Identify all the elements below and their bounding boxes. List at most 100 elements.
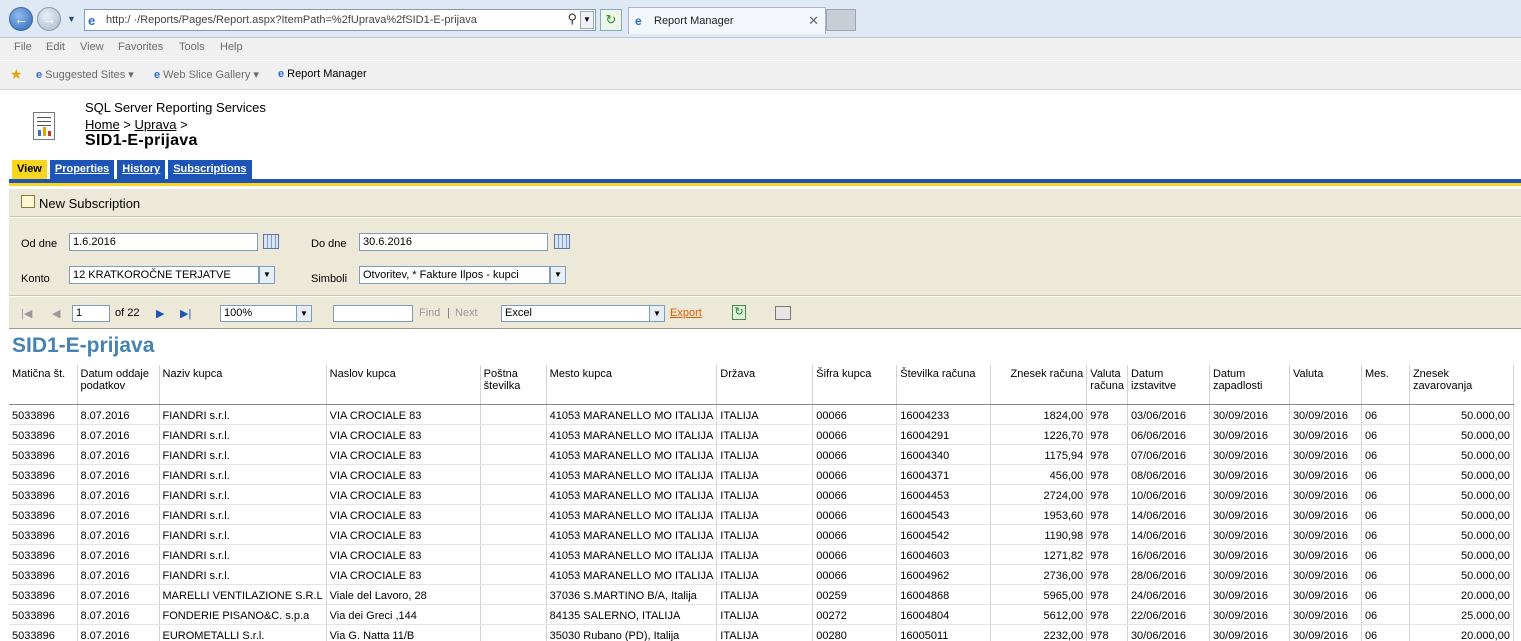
table-cell: Via dei Greci ,144 (326, 604, 481, 625)
table-cell: 456,00 (990, 464, 1088, 485)
last-page-icon[interactable]: ▶| (180, 307, 191, 320)
table-cell: ITALIJA (716, 504, 814, 525)
table-cell: 50.000,00 (1409, 404, 1514, 425)
browser-tab[interactable]: e Report Manager ✕ (628, 7, 826, 34)
table-cell: 30/09/2016 (1289, 544, 1362, 565)
ie-tab-icon: e (635, 14, 642, 28)
table-cell: 5033896 (9, 624, 78, 641)
table-cell: 22/06/2016 (1127, 604, 1210, 625)
table-cell: 10/06/2016 (1127, 484, 1210, 505)
table-cell: 41053 MARANELLO MO ITALIJA (546, 404, 718, 425)
ie-icon: e (88, 13, 96, 28)
refresh-icon[interactable]: ↻ (732, 305, 746, 320)
favorites-star-icon[interactable]: ★ (10, 66, 23, 83)
table-cell: 5612,00 (990, 604, 1088, 625)
breadcrumb-uprava-link[interactable]: Uprava (135, 117, 177, 132)
first-page-icon[interactable]: |◀ (21, 307, 32, 320)
menu-tools[interactable]: Tools (179, 41, 205, 53)
table-row: 5033896 8.07.2016 MARELLI VENTILAZIONE S.R… (9, 584, 1514, 605)
table-cell: 8.07.2016 (77, 524, 160, 545)
menu-help[interactable]: Help (220, 41, 243, 53)
history-dropdown-icon[interactable]: ▼ (67, 14, 76, 24)
fav-web-slice-gallery[interactable]: e Web Slice Gallery ▾ (154, 68, 259, 81)
menu-edit[interactable]: Edit (46, 41, 65, 53)
table-cell: VIA CROCIALE 83 (326, 504, 481, 525)
table-cell: 00066 (812, 444, 898, 465)
column-header: Znesek zavarovanja (1409, 365, 1514, 405)
table-cell: 30/09/2016 (1209, 504, 1290, 525)
print-icon[interactable] (775, 306, 791, 320)
new-subscription-icon[interactable] (21, 195, 35, 208)
do-dne-input[interactable]: 30.6.2016 (359, 233, 548, 251)
table-cell: 06 (1361, 444, 1410, 465)
table-cell (480, 544, 547, 565)
refresh-button[interactable]: ↻ (600, 9, 622, 31)
table-cell: 50.000,00 (1409, 524, 1514, 545)
table-cell: 30/09/2016 (1289, 424, 1362, 445)
fav-suggested-sites[interactable]: e Suggested Sites ▾ (36, 68, 134, 81)
next-page-icon[interactable]: ▶ (156, 307, 164, 320)
previous-page-icon[interactable]: ◀ (52, 307, 60, 320)
simboli-select[interactable]: Otvoritev, * Fakture Ilpos - kupci (359, 266, 550, 284)
url-dropdown-icon[interactable]: ▼ (580, 11, 594, 29)
table-cell: 30/09/2016 (1209, 524, 1290, 545)
tab-view[interactable]: View (12, 160, 47, 179)
table-cell: 30/06/2016 (1127, 624, 1210, 641)
tab-properties[interactable]: Properties (49, 160, 115, 179)
table-cell: 978 (1086, 584, 1128, 605)
new-subscription-link[interactable]: New Subscription (39, 196, 140, 211)
table-cell: 30/09/2016 (1289, 464, 1362, 485)
table-cell: 16004804 (896, 604, 992, 625)
breadcrumb-home-link[interactable]: Home (85, 117, 120, 132)
table-cell: 00259 (812, 584, 898, 605)
table-cell: VIA CROCIALE 83 (326, 544, 481, 565)
page-count: of 22 (115, 307, 140, 319)
report-manager-header: SQL Server Reporting Services Home > Upr… (9, 90, 1521, 189)
menu-file[interactable]: File (14, 41, 32, 53)
fav-report-manager[interactable]: e Report Manager (278, 68, 367, 80)
table-cell: 50.000,00 (1409, 424, 1514, 445)
table-cell: 30/09/2016 (1209, 624, 1290, 641)
table-cell: ITALIJA (716, 624, 814, 641)
chevron-down-icon[interactable]: ▼ (259, 266, 275, 284)
table-cell: 14/06/2016 (1127, 524, 1210, 545)
calendar-icon[interactable] (263, 234, 279, 249)
zoom-select[interactable]: 100% ▼ (220, 305, 312, 322)
table-header-row: Matična št. Datum oddaje podatkov Naziv ku… (9, 365, 1514, 405)
chevron-down-icon[interactable]: ▼ (649, 306, 664, 321)
menu-view[interactable]: View (80, 41, 104, 53)
table-cell: 25.000,00 (1409, 604, 1514, 625)
menu-favorites[interactable]: Favorites (118, 41, 163, 53)
calendar-icon[interactable] (554, 234, 570, 249)
chevron-down-icon[interactable]: ▼ (550, 266, 566, 284)
do-dne-label: Do dne (311, 238, 347, 250)
table-cell: 1953,60 (990, 504, 1088, 525)
find-next-link[interactable]: Next (455, 307, 478, 319)
page-number-input[interactable]: 1 (72, 305, 110, 322)
column-header: Naziv kupca (159, 365, 327, 405)
search-icon[interactable]: ⚲ (567, 11, 577, 27)
url-input[interactable]: e http:/ ·/Reports/Pages/Report.aspx?Ite… (84, 9, 596, 31)
forward-button[interactable]: → (37, 7, 61, 31)
column-header: Naslov kupca (326, 365, 481, 405)
konto-select[interactable]: 12 KRATKOROČNE TERJATVE (69, 266, 259, 284)
tab-subscriptions[interactable]: Subscriptions (168, 160, 252, 179)
table-cell: 30/09/2016 (1209, 544, 1290, 565)
find-link[interactable]: Find (419, 307, 440, 319)
close-icon[interactable]: ✕ (808, 13, 819, 29)
tab-history[interactable]: History (117, 160, 166, 179)
table-cell: 30/09/2016 (1209, 584, 1290, 605)
export-format-select[interactable]: Excel ▼ (501, 305, 665, 322)
table-cell: 00066 (812, 484, 898, 505)
od-dne-input[interactable]: 1.6.2016 (69, 233, 258, 251)
table-cell: 16005011 (896, 624, 992, 641)
table-cell: FIANDRI s.r.l. (159, 524, 327, 545)
ie-icon: e (278, 68, 285, 80)
back-button[interactable]: ← (9, 7, 33, 31)
table-cell: 2736,00 (990, 564, 1088, 585)
table-cell: 1190,98 (990, 524, 1088, 545)
find-input[interactable] (333, 305, 413, 322)
chevron-down-icon[interactable]: ▼ (296, 306, 311, 321)
new-tab-button[interactable] (826, 9, 856, 31)
export-link[interactable]: Export (670, 307, 702, 319)
